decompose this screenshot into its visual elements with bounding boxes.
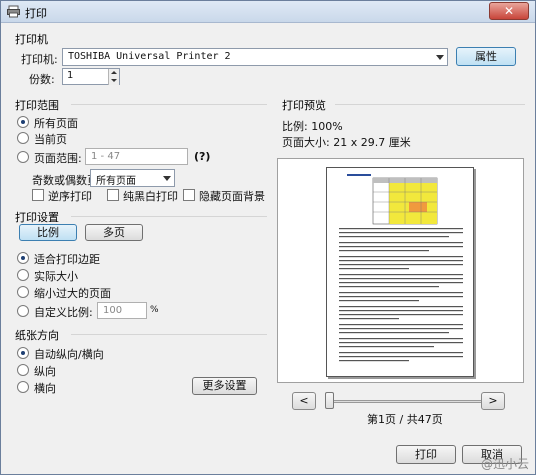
printer-select-value: TOSHIBA Universal Printer 2: [68, 51, 231, 62]
radio-shrink[interactable]: [17, 286, 29, 298]
chevron-left-icon: <: [299, 394, 309, 407]
preview-page-content: [339, 174, 463, 362]
printer-select[interactable]: TOSHIBA Universal Printer 2: [62, 48, 448, 66]
decrement-icon[interactable]: [108, 77, 119, 85]
help-link[interactable]: (?): [194, 150, 210, 163]
chevron-down-icon: [436, 55, 444, 60]
preview-scale-label: 比例: 100%: [282, 120, 343, 133]
percent-label: %: [150, 305, 159, 315]
title-bar: 打印 ✕: [1, 1, 535, 23]
range-section-title: 打印范围: [15, 99, 59, 112]
watermark-text: @迅小云: [480, 457, 529, 471]
reverse-label: 逆序打印: [48, 190, 92, 203]
close-button[interactable]: ✕: [489, 2, 529, 20]
shrink-label: 缩小过大的页面: [34, 287, 111, 300]
page-range-input[interactable]: 1 - 47: [85, 148, 188, 165]
preview-page-thumbnail: [326, 167, 474, 377]
next-page-button[interactable]: >: [481, 392, 505, 410]
radio-fit-margin[interactable]: [17, 252, 29, 264]
custom-scale-value: 100: [103, 305, 123, 316]
more-settings-button[interactable]: 更多设置: [192, 377, 257, 395]
divider: [71, 104, 267, 105]
preview-section-title: 打印预览: [282, 99, 326, 112]
print-button[interactable]: 打印: [396, 445, 456, 464]
orientation-section-title: 纸张方向: [15, 329, 59, 342]
copies-label: 份数:: [29, 73, 55, 86]
tab-multi[interactable]: 多页: [85, 224, 143, 241]
page-slider-track[interactable]: [325, 400, 483, 403]
copies-value: 1: [67, 70, 74, 81]
radio-current-page[interactable]: [17, 132, 29, 144]
dialog-body: 打印机 打印机: TOSHIBA Universal Printer 2 属性 …: [7, 25, 529, 470]
odd-even-label: 奇数或偶数页: [32, 174, 98, 187]
preview-frame: [277, 158, 524, 383]
all-pages-label: 所有页面: [34, 117, 78, 130]
hide-bg-label: 隐藏页面背景: [199, 190, 265, 203]
reverse-checkbox[interactable]: [32, 189, 44, 201]
divider: [335, 104, 525, 105]
custom-scale-label: 自定义比例:: [34, 306, 93, 319]
properties-button[interactable]: 属性: [456, 47, 516, 66]
page-status: 第1页 / 共47页: [367, 413, 443, 426]
prev-page-button[interactable]: <: [292, 392, 316, 410]
hide-bg-checkbox[interactable]: [183, 189, 195, 201]
page-slider-thumb[interactable]: [325, 392, 334, 409]
radio-landscape[interactable]: [17, 381, 29, 393]
printer-label: 打印机:: [21, 53, 58, 66]
actual-size-label: 实际大小: [34, 270, 78, 283]
fit-margin-label: 适合打印边距: [34, 253, 100, 266]
portrait-label: 纵向: [34, 365, 56, 378]
page-range-placeholder: 1 - 47: [91, 151, 121, 162]
radio-actual-size[interactable]: [17, 269, 29, 281]
printer-section-title: 打印机: [15, 33, 48, 46]
copies-stepper[interactable]: 1: [62, 68, 120, 85]
radio-all-pages[interactable]: [17, 116, 29, 128]
chevron-right-icon: >: [488, 394, 498, 407]
page-range-label: 页面范围:: [34, 152, 82, 165]
settings-section-title: 打印设置: [15, 211, 59, 224]
preview-page-size-label: 页面大小: 21 x 29.7 厘米: [282, 136, 411, 149]
bw-label: 纯黑白打印: [123, 190, 178, 203]
radio-portrait[interactable]: [17, 364, 29, 376]
divider: [71, 334, 267, 335]
odd-even-select[interactable]: 所有页面: [90, 169, 175, 187]
bw-checkbox[interactable]: [107, 189, 119, 201]
radio-custom-scale[interactable]: [17, 305, 29, 317]
print-dialog: 打印 ✕ 打印机 打印机: TOSHIBA Universal Printer …: [0, 0, 536, 475]
radio-page-range[interactable]: [17, 151, 29, 163]
auto-orientation-label: 自动纵向/横向: [34, 348, 104, 361]
printer-app-icon: [7, 5, 20, 18]
chevron-down-icon: [163, 176, 171, 181]
odd-even-value: 所有页面: [96, 176, 136, 187]
window-title: 打印: [25, 7, 47, 20]
tab-scale[interactable]: 比例: [19, 224, 77, 241]
landscape-label: 横向: [34, 382, 56, 395]
radio-auto-orientation[interactable]: [17, 347, 29, 359]
close-icon: ✕: [503, 4, 515, 18]
divider: [71, 216, 267, 217]
custom-scale-input[interactable]: 100: [97, 302, 147, 319]
current-page-label: 当前页: [34, 133, 67, 146]
increment-icon[interactable]: [108, 69, 119, 77]
